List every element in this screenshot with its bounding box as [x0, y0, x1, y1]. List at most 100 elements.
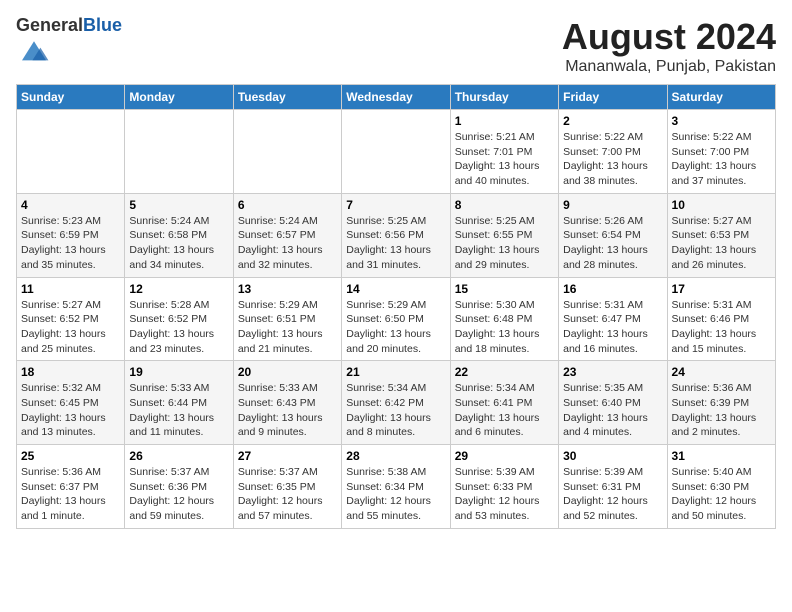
calendar-table: SundayMondayTuesdayWednesdayThursdayFrid… [16, 84, 776, 529]
day-info: Sunrise: 5:28 AM Sunset: 6:52 PM Dayligh… [129, 298, 228, 357]
calendar-day-cell: 10 Sunrise: 5:27 AM Sunset: 6:53 PM Dayli… [667, 193, 775, 277]
calendar-day-cell: 23Sunrise: 5:35 AM Sunset: 6:40 PM Dayli… [559, 361, 667, 445]
logo-icon [18, 36, 50, 64]
day-number: 15 [455, 282, 554, 296]
day-number: 5 [129, 198, 228, 212]
calendar-day-cell: 4Sunrise: 5:23 AM Sunset: 6:59 PM Daylig… [17, 193, 125, 277]
calendar-header-row: SundayMondayTuesdayWednesdayThursdayFrid… [17, 85, 776, 110]
calendar-week-row: 4Sunrise: 5:23 AM Sunset: 6:59 PM Daylig… [17, 193, 776, 277]
day-info: Sunrise: 5:34 AM Sunset: 6:41 PM Dayligh… [455, 381, 554, 440]
day-info: Sunrise: 5:25 AM Sunset: 6:56 PM Dayligh… [346, 214, 445, 273]
day-info: Sunrise: 5:32 AM Sunset: 6:45 PM Dayligh… [21, 381, 120, 440]
day-number: 17 [672, 282, 771, 296]
day-info: Sunrise: 5:39 AM Sunset: 6:31 PM Dayligh… [563, 465, 662, 524]
day-number: 10 [672, 198, 771, 212]
calendar-day-cell: 6Sunrise: 5:24 AM Sunset: 6:57 PM Daylig… [233, 193, 341, 277]
day-info: Sunrise: 5:34 AM Sunset: 6:42 PM Dayligh… [346, 381, 445, 440]
calendar-day-cell: 9 Sunrise: 5:26 AM Sunset: 6:54 PM Daylig… [559, 193, 667, 277]
day-number: 16 [563, 282, 662, 296]
day-info: Sunrise: 5:33 AM Sunset: 6:44 PM Dayligh… [129, 381, 228, 440]
day-info: Sunrise: 5:36 AM Sunset: 6:39 PM Dayligh… [672, 381, 771, 440]
day-number: 9 [563, 198, 662, 212]
day-number: 21 [346, 365, 445, 379]
day-info: Sunrise: 5:22 AM Sunset: 7:00 PM Dayligh… [563, 130, 662, 189]
day-number: 12 [129, 282, 228, 296]
logo-blue-text: Blue [83, 15, 122, 35]
calendar-day-cell: 21 Sunrise: 5:34 AM Sunset: 6:42 PM Dayli… [342, 361, 450, 445]
day-info: Sunrise: 5:37 AM Sunset: 6:35 PM Dayligh… [238, 465, 337, 524]
month-title: August 2024 [562, 16, 776, 58]
day-of-week-header: Sunday [17, 85, 125, 110]
calendar-day-cell [125, 110, 233, 194]
day-info: Sunrise: 5:29 AM Sunset: 6:50 PM Dayligh… [346, 298, 445, 357]
calendar-week-row: 18 Sunrise: 5:32 AM Sunset: 6:45 PM Dayli… [17, 361, 776, 445]
day-of-week-header: Monday [125, 85, 233, 110]
day-info: Sunrise: 5:22 AM Sunset: 7:00 PM Dayligh… [672, 130, 771, 189]
calendar-day-cell: 13Sunrise: 5:29 AM Sunset: 6:51 PM Dayli… [233, 277, 341, 361]
day-number: 22 [455, 365, 554, 379]
day-of-week-header: Saturday [667, 85, 775, 110]
calendar-week-row: 1 Sunrise: 5:21 AM Sunset: 7:01 PM Daylig… [17, 110, 776, 194]
calendar-day-cell: 19 Sunrise: 5:33 AM Sunset: 6:44 PM Dayli… [125, 361, 233, 445]
calendar-day-cell: 8 Sunrise: 5:25 AM Sunset: 6:55 PM Daylig… [450, 193, 558, 277]
day-number: 27 [238, 449, 337, 463]
calendar-day-cell: 17 Sunrise: 5:31 AM Sunset: 6:46 PM Dayli… [667, 277, 775, 361]
day-number: 29 [455, 449, 554, 463]
calendar-day-cell: 25Sunrise: 5:36 AM Sunset: 6:37 PM Dayli… [17, 445, 125, 529]
calendar-day-cell: 27 Sunrise: 5:37 AM Sunset: 6:35 PM Dayli… [233, 445, 341, 529]
day-number: 8 [455, 198, 554, 212]
calendar-day-cell: 22 Sunrise: 5:34 AM Sunset: 6:41 PM Dayli… [450, 361, 558, 445]
calendar-day-cell: 3 Sunrise: 5:22 AM Sunset: 7:00 PM Daylig… [667, 110, 775, 194]
location-subtitle: Mananwala, Punjab, Pakistan [562, 58, 776, 76]
logo: GeneralBlue [16, 16, 122, 69]
calendar-day-cell: 12 Sunrise: 5:28 AM Sunset: 6:52 PM Dayli… [125, 277, 233, 361]
day-number: 3 [672, 114, 771, 128]
day-info: Sunrise: 5:24 AM Sunset: 6:58 PM Dayligh… [129, 214, 228, 273]
day-info: Sunrise: 5:33 AM Sunset: 6:43 PM Dayligh… [238, 381, 337, 440]
calendar-day-cell: 31Sunrise: 5:40 AM Sunset: 6:30 PM Dayli… [667, 445, 775, 529]
day-info: Sunrise: 5:29 AM Sunset: 6:51 PM Dayligh… [238, 298, 337, 357]
calendar-week-row: 11 Sunrise: 5:27 AM Sunset: 6:52 PM Dayli… [17, 277, 776, 361]
day-number: 23 [563, 365, 662, 379]
day-info: Sunrise: 5:21 AM Sunset: 7:01 PM Dayligh… [455, 130, 554, 189]
day-of-week-header: Tuesday [233, 85, 341, 110]
day-info: Sunrise: 5:23 AM Sunset: 6:59 PM Dayligh… [21, 214, 120, 273]
day-info: Sunrise: 5:39 AM Sunset: 6:33 PM Dayligh… [455, 465, 554, 524]
day-number: 26 [129, 449, 228, 463]
day-of-week-header: Wednesday [342, 85, 450, 110]
day-number: 19 [129, 365, 228, 379]
calendar-day-cell: 16 Sunrise: 5:31 AM Sunset: 6:47 PM Dayli… [559, 277, 667, 361]
day-info: Sunrise: 5:31 AM Sunset: 6:46 PM Dayligh… [672, 298, 771, 357]
day-info: Sunrise: 5:26 AM Sunset: 6:54 PM Dayligh… [563, 214, 662, 273]
calendar-day-cell: 29 Sunrise: 5:39 AM Sunset: 6:33 PM Dayli… [450, 445, 558, 529]
day-number: 28 [346, 449, 445, 463]
day-info: Sunrise: 5:31 AM Sunset: 6:47 PM Dayligh… [563, 298, 662, 357]
calendar-day-cell: 24Sunrise: 5:36 AM Sunset: 6:39 PM Dayli… [667, 361, 775, 445]
day-info: Sunrise: 5:27 AM Sunset: 6:53 PM Dayligh… [672, 214, 771, 273]
calendar-day-cell [342, 110, 450, 194]
day-info: Sunrise: 5:24 AM Sunset: 6:57 PM Dayligh… [238, 214, 337, 273]
day-info: Sunrise: 5:30 AM Sunset: 6:48 PM Dayligh… [455, 298, 554, 357]
day-number: 20 [238, 365, 337, 379]
calendar-day-cell: 1 Sunrise: 5:21 AM Sunset: 7:01 PM Daylig… [450, 110, 558, 194]
day-info: Sunrise: 5:38 AM Sunset: 6:34 PM Dayligh… [346, 465, 445, 524]
day-number: 25 [21, 449, 120, 463]
day-info: Sunrise: 5:27 AM Sunset: 6:52 PM Dayligh… [21, 298, 120, 357]
calendar-day-cell [17, 110, 125, 194]
day-number: 1 [455, 114, 554, 128]
calendar-day-cell: 5 Sunrise: 5:24 AM Sunset: 6:58 PM Daylig… [125, 193, 233, 277]
logo-general-text: General [16, 15, 83, 35]
day-of-week-header: Friday [559, 85, 667, 110]
title-block: August 2024 Mananwala, Punjab, Pakistan [562, 16, 776, 76]
page-header: GeneralBlue August 2024 Mananwala, Punja… [16, 16, 776, 76]
day-number: 7 [346, 198, 445, 212]
calendar-day-cell: 2Sunrise: 5:22 AM Sunset: 7:00 PM Daylig… [559, 110, 667, 194]
day-number: 14 [346, 282, 445, 296]
calendar-day-cell: 7 Sunrise: 5:25 AM Sunset: 6:56 PM Daylig… [342, 193, 450, 277]
day-number: 18 [21, 365, 120, 379]
day-info: Sunrise: 5:25 AM Sunset: 6:55 PM Dayligh… [455, 214, 554, 273]
day-number: 11 [21, 282, 120, 296]
day-number: 30 [563, 449, 662, 463]
day-info: Sunrise: 5:40 AM Sunset: 6:30 PM Dayligh… [672, 465, 771, 524]
calendar-day-cell [233, 110, 341, 194]
